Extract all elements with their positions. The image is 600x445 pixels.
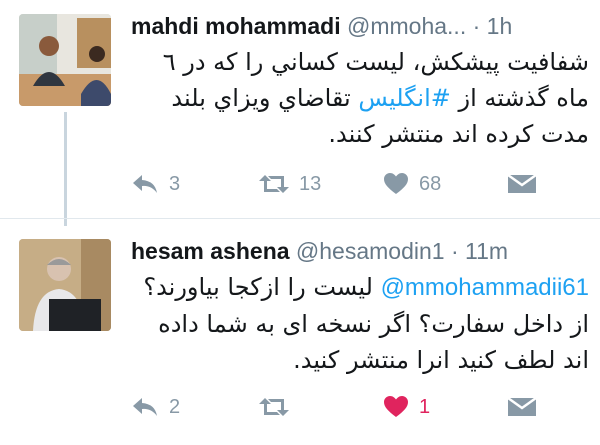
thread-connector-line [64, 112, 67, 226]
tweet[interactable]: hesam ashena @hesamodin1 · 11m @mmohamma… [0, 218, 600, 445]
avatar-image [19, 239, 111, 331]
retweet-button[interactable]: 13 [259, 166, 321, 202]
timestamp[interactable]: 1h [487, 13, 513, 39]
retweet-button[interactable] [259, 389, 299, 425]
avatar-image [19, 14, 111, 106]
heart-icon [384, 396, 408, 417]
retweet-count: 13 [299, 172, 322, 195]
tweet-text: شفافيت پيشكش، ليست كساني را كه در ٦ ماه … [131, 44, 589, 152]
direct-message-button[interactable] [507, 389, 537, 425]
avatar[interactable] [19, 239, 111, 331]
reply-button[interactable]: 2 [131, 389, 180, 425]
tweet-header: hesam ashena @hesamodin1 · 11m [131, 237, 508, 265]
direct-message-icon [507, 173, 537, 193]
retweet-icon [259, 398, 289, 416]
tweet[interactable]: mahdi mohammadi @mmoha... · 1h شفافيت پي… [0, 0, 600, 226]
retweet-icon [259, 175, 289, 193]
reply-count: 3 [169, 172, 181, 195]
mention-link[interactable]: @mmohammadii61 [381, 274, 589, 301]
reply-button[interactable]: 3 [131, 166, 180, 202]
tweet-actions: 2 1 [131, 389, 571, 425]
separator-dot: · [450, 238, 459, 264]
direct-message-icon [507, 396, 537, 416]
tweet-actions: 3 13 68 [131, 166, 571, 202]
tweet-text: @mmohammadii61 ليست را ازكجا بياورند؟ از… [131, 269, 589, 378]
direct-message-button[interactable] [507, 166, 537, 202]
avatar[interactable] [19, 14, 111, 106]
reply-icon [133, 175, 157, 193]
user-handle[interactable]: @hesamodin1 [296, 238, 445, 264]
reply-icon [133, 398, 157, 416]
user-handle[interactable]: @mmoha... [347, 13, 466, 39]
tweet-header: mahdi mohammadi @mmoha... · 1h [131, 12, 512, 40]
like-count: 68 [419, 172, 442, 195]
separator-dot: · [472, 13, 481, 39]
like-count: 1 [419, 395, 431, 418]
timestamp[interactable]: 11m [465, 238, 508, 264]
reply-count: 2 [169, 395, 181, 418]
like-button[interactable]: 68 [383, 166, 441, 202]
hashtag-link[interactable]: #انگليس [358, 84, 451, 112]
like-button[interactable]: 1 [383, 389, 430, 425]
display-name[interactable]: hesam ashena [131, 238, 290, 264]
heart-icon [384, 173, 408, 194]
display-name[interactable]: mahdi mohammadi [131, 13, 341, 39]
